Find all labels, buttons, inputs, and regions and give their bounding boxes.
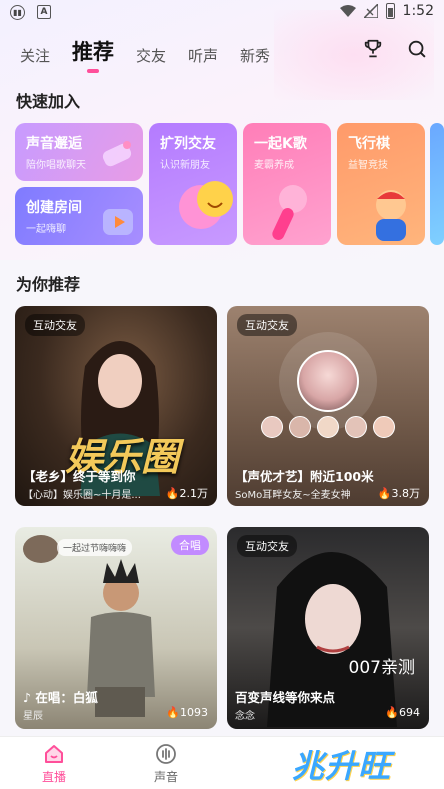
fire-icon: 🔥 — [165, 487, 180, 500]
room-count: 🔥1093 — [166, 706, 208, 719]
app-a-icon: A — [37, 5, 51, 19]
status-time: 1:52 — [402, 3, 434, 19]
room-card[interactable]: 互动交友 007亲测 百变声线等你来点 念念 🔥694 — [227, 527, 429, 729]
quick-card-karaoke[interactable]: 一起K歌 麦霸养成 — [243, 123, 331, 245]
fire-icon: 🔥 — [166, 706, 180, 719]
tab-friends[interactable]: 交友 — [136, 45, 166, 66]
host-avatar[interactable] — [23, 535, 59, 563]
room-badge: 互动交友 — [237, 535, 297, 557]
nav-label: 声音 — [154, 770, 179, 784]
tab-recommend[interactable]: 推荐 — [72, 36, 114, 73]
signal-icon — [363, 4, 378, 18]
room-subtitle: 【心动】娱乐圈~十月是... — [23, 490, 141, 501]
quick-card-create-room[interactable]: 创建房间 一起嗨聊 — [15, 187, 143, 245]
avatar[interactable] — [261, 416, 283, 438]
quick-card-title: 一起K歌 — [254, 136, 307, 152]
music-note-icon: ♪ — [23, 690, 36, 705]
quick-card-more[interactable] — [430, 123, 444, 245]
room-card[interactable]: 一起过节嗨嗨嗨 合唱 ♪ 在唱：白狐 星辰 🔥1093 — [15, 527, 217, 729]
tab-newcomer[interactable]: 新秀 — [240, 45, 270, 66]
quick-join-title: 快速加入 — [16, 92, 81, 111]
tab-listen[interactable]: 听声 — [188, 45, 218, 66]
quick-card-expand-friends[interactable]: 扩列交友 认识新朋友 — [149, 123, 237, 245]
quick-card-subtitle: 认识新朋友 — [160, 160, 210, 171]
voice-icon — [156, 744, 176, 764]
room-title: 百变声线等你来点 — [235, 690, 336, 705]
quick-card-subtitle: 麦霸养成 — [254, 160, 294, 171]
mic-avatars — [261, 416, 395, 438]
avatar[interactable] — [317, 416, 339, 438]
nav-live[interactable]: 直播 — [42, 743, 66, 785]
fire-icon: 🔥 — [377, 487, 392, 500]
top-actions — [362, 38, 428, 60]
room-card[interactable]: 互动交友 【声优才艺】附近100米 SoMo耳畔女友~全麦女神 🔥3.8万 — [227, 306, 429, 506]
room-overlay-text: 007亲测 — [348, 658, 415, 678]
room-title: 【声优才艺】附近100米 — [235, 469, 374, 484]
tv-icon — [103, 209, 133, 235]
chorus-tag: 合唱 — [171, 535, 209, 555]
avatar[interactable] — [373, 416, 395, 438]
home-icon — [45, 745, 63, 763]
trophy-icon[interactable] — [362, 38, 384, 60]
room-count: 🔥694 — [385, 706, 420, 719]
quick-card-title: 扩列交友 — [160, 136, 216, 152]
room-overlay-text: 一起过节嗨嗨嗨 — [57, 539, 133, 556]
quick-card-voice[interactable]: 声音邂逅 陪你唱歌聊天 — [15, 123, 143, 181]
quick-card-ludo[interactable]: 飞行棋 益智竞技 — [337, 123, 425, 245]
room-subtitle: 星辰 — [23, 711, 43, 722]
room-card[interactable]: 互动交友 娱乐圈 【老乡】终于等到你 【心动】娱乐圈~十月是... 🔥2.1万 — [15, 306, 217, 506]
watermark-logo: 兆升旺 — [292, 747, 392, 785]
quick-card-title: 飞行棋 — [348, 136, 390, 152]
wifi-icon — [339, 5, 356, 17]
fire-icon: 🔥 — [385, 706, 399, 719]
battery-icon — [385, 3, 395, 19]
avatar[interactable] — [297, 350, 359, 412]
room-badge: 互动交友 — [25, 314, 85, 336]
room-count: 🔥2.1万 — [165, 487, 208, 500]
quick-card-subtitle: 益智竞技 — [348, 160, 388, 171]
tab-follow[interactable]: 关注 — [20, 45, 50, 66]
status-bar: ▮▮ A 1:52 — [0, 0, 444, 26]
character-icon — [376, 190, 406, 241]
room-badge: 互动交友 — [237, 314, 297, 336]
room-title: 【老乡】终于等到你 — [23, 469, 136, 484]
room-title: ♪ 在唱：白狐 — [23, 690, 98, 705]
bottle-icon — [102, 141, 132, 167]
room-subtitle: SoMo耳畔女友~全麦女神 — [235, 490, 351, 501]
recommend-title: 为你推荐 — [16, 275, 81, 294]
room-count: 🔥3.8万 — [377, 487, 420, 500]
avatar[interactable] — [289, 416, 311, 438]
bottom-nav: 直播 声音 兆升旺 — [0, 736, 444, 789]
microphone-icon — [272, 185, 307, 240]
top-tabs: 关注 推荐 交友 听声 新秀 — [20, 34, 292, 73]
search-icon[interactable] — [406, 38, 428, 60]
room-subtitle: 念念 — [235, 711, 255, 722]
emoji-icon — [179, 181, 233, 229]
notification-icon: ▮▮ — [10, 5, 25, 20]
avatar[interactable] — [345, 416, 367, 438]
nav-voice[interactable]: 声音 — [154, 743, 178, 785]
nav-label: 直播 — [42, 770, 67, 784]
